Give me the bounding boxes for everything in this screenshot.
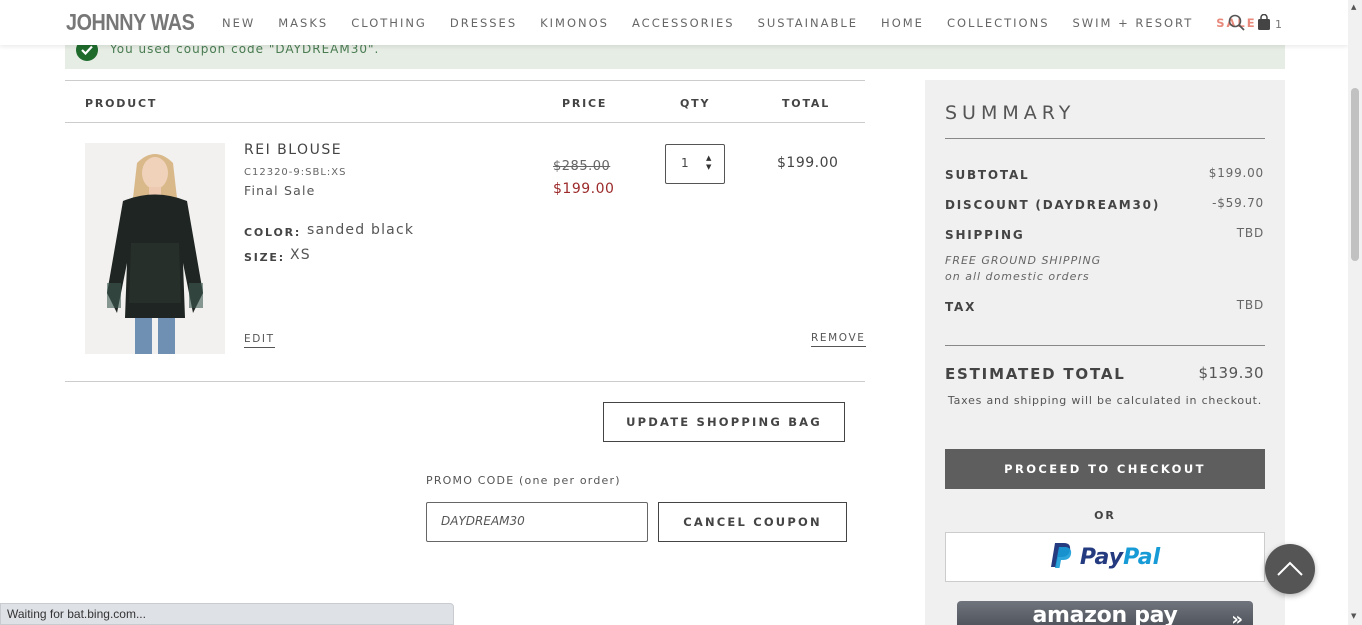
site-header: JOHNNY WAS NEW MASKS CLOTHING DRESSES KI…: [0, 0, 1348, 45]
subtotal-value: $199.00: [1208, 166, 1264, 180]
product-name[interactable]: REI BLOUSE: [244, 142, 342, 158]
divider: [65, 80, 865, 81]
nav-collections[interactable]: COLLECTIONS: [947, 16, 1050, 30]
divider: [65, 122, 865, 123]
cancel-coupon-button[interactable]: CANCEL COUPON: [658, 502, 847, 542]
paypal-wordmark-pal: Pal: [1123, 544, 1161, 570]
shipping-value: TBD: [1236, 226, 1264, 240]
edit-link[interactable]: EDIT: [244, 333, 275, 348]
header-price: PRICE: [562, 97, 608, 110]
promo-code-label: PROMO CODE (one per order): [426, 474, 621, 487]
nav-swim-resort[interactable]: SWIM + RESORT: [1073, 16, 1194, 30]
cart-count[interactable]: 1: [1275, 18, 1282, 31]
paypal-icon: [1050, 541, 1074, 573]
site-logo[interactable]: JOHNNY WAS: [66, 9, 195, 36]
double-chevron-icon: »: [1231, 609, 1243, 625]
tax-value: TBD: [1236, 298, 1264, 312]
free-shipping-note: FREE GROUND SHIPPING on all domestic ord…: [945, 253, 1101, 285]
nav-kimonos[interactable]: KIMONOS: [540, 16, 609, 30]
quantity-value[interactable]: 1: [681, 156, 689, 170]
shipping-note-line-2: on all domestic orders: [945, 270, 1090, 283]
original-price: $285.00: [553, 159, 611, 174]
discount-value: -$59.70: [1212, 196, 1264, 210]
color-value: sanded black: [307, 222, 415, 238]
scroll-up-icon[interactable]: ▲: [1351, 3, 1356, 11]
header-qty: QTY: [680, 97, 711, 110]
shopping-bag-icon[interactable]: [1257, 13, 1271, 35]
paypal-wordmark: PayPal: [1080, 545, 1160, 570]
estimated-total-value: $139.30: [1198, 364, 1264, 382]
nav-sustainable[interactable]: SUSTAINABLE: [758, 16, 858, 30]
stepper-arrows-icon[interactable]: ▲ ▼: [706, 154, 711, 172]
promo-code-input[interactable]: DAYDREAM30: [426, 502, 648, 542]
divider: [945, 138, 1265, 139]
line-total: $199.00: [777, 155, 839, 171]
estimated-total-label: ESTIMATED TOTAL: [945, 365, 1126, 383]
header-total: TOTAL: [782, 97, 831, 110]
search-icon[interactable]: [1228, 14, 1245, 35]
discount-label: DISCOUNT (DAYDREAM30): [945, 198, 1161, 212]
sale-price: $199.00: [553, 181, 615, 197]
final-sale-label: Final Sale: [244, 183, 316, 198]
cart-page: JOHNNY WAS NEW MASKS CLOTHING DRESSES KI…: [0, 0, 1362, 625]
tax-label: TAX: [945, 300, 977, 314]
page-scrollbar[interactable]: ▲ ▼: [1348, 0, 1362, 625]
amazon-pay-wordmark: amazon pay: [1032, 603, 1178, 625]
update-bag-button[interactable]: UPDATE SHOPPING BAG: [603, 402, 845, 442]
main-nav: NEW MASKS CLOTHING DRESSES KIMONOS ACCES…: [222, 16, 1280, 30]
product-sku: C12320-9:SBL:XS: [244, 167, 347, 178]
remove-link[interactable]: REMOVE: [811, 332, 866, 347]
paypal-button[interactable]: PayPal: [945, 532, 1265, 582]
nav-accessories[interactable]: ACCESSORIES: [632, 16, 735, 30]
shipping-note-line-1: FREE GROUND SHIPPING: [945, 254, 1102, 267]
browser-status-bar: Waiting for bat.bing.com...: [0, 603, 454, 625]
subtotal-label: SUBTOTAL: [945, 168, 1030, 182]
scrollbar-thumb[interactable]: [1351, 88, 1359, 261]
header-icons: 1: [1228, 13, 1282, 35]
proceed-to-checkout-button[interactable]: PROCEED TO CHECKOUT: [945, 449, 1265, 489]
tax-shipping-note: Taxes and shipping will be calculated in…: [947, 394, 1263, 407]
divider: [945, 345, 1265, 346]
shipping-label: SHIPPING: [945, 228, 1025, 242]
quantity-stepper[interactable]: 1 ▲ ▼: [665, 144, 725, 184]
size-value: XS: [290, 247, 311, 263]
nav-masks[interactable]: MASKS: [278, 16, 328, 30]
coupon-applied-banner: You used coupon code "DAYDREAM30".: [65, 39, 1285, 69]
amazon-pay-button[interactable]: amazon pay »: [957, 601, 1253, 625]
paypal-wordmark-pay: Pay: [1079, 544, 1124, 570]
nav-clothing[interactable]: CLOTHING: [351, 16, 427, 30]
product-image[interactable]: [85, 143, 225, 354]
size-label: SIZE:: [244, 251, 285, 264]
scroll-to-top-button[interactable]: [1265, 544, 1315, 594]
chevron-up-icon: [1277, 561, 1303, 576]
color-label: COLOR:: [244, 226, 302, 239]
summary-title: SUMMARY: [945, 102, 1076, 124]
nav-dresses[interactable]: DRESSES: [450, 16, 517, 30]
header-product: PRODUCT: [85, 97, 158, 110]
nav-new[interactable]: NEW: [222, 16, 255, 30]
scroll-down-icon[interactable]: ▼: [1351, 612, 1356, 620]
or-divider: OR: [1094, 509, 1116, 522]
nav-home[interactable]: HOME: [881, 16, 924, 30]
divider: [65, 381, 865, 382]
